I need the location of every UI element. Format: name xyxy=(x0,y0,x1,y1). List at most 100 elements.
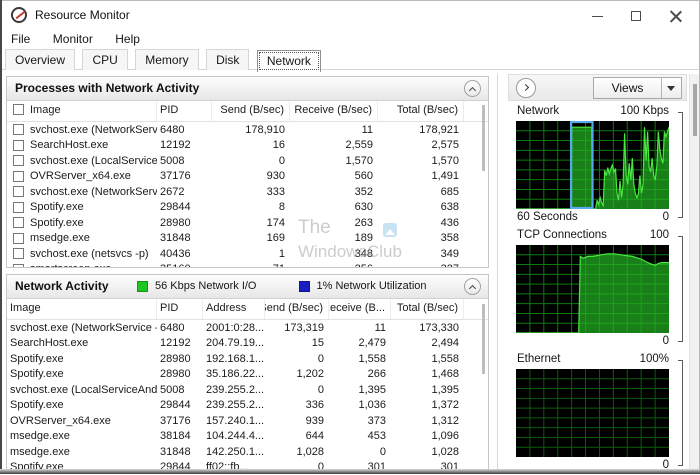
table-row[interactable]: Spotify.exe 29844 ff02::fb... 0 301 301 xyxy=(7,460,488,469)
column-receive[interactable]: Receive (B... xyxy=(329,299,391,319)
table-row[interactable]: OVRServer_x64.exe 37176 930 560 1,491 xyxy=(7,169,488,185)
cell-send: 333 xyxy=(266,185,285,198)
cell-pid: 2672 xyxy=(160,185,185,198)
cell-name: svchost.exe (netsvcs -p) xyxy=(7,246,157,262)
row-checkbox[interactable] xyxy=(13,124,24,136)
row-checkbox[interactable] xyxy=(13,248,24,260)
column-send[interactable]: Send (B/sec) xyxy=(265,299,329,319)
scrollbar-thumb[interactable] xyxy=(693,84,697,136)
column-pid[interactable]: PID xyxy=(157,101,212,121)
cell-address: 192.168.1... xyxy=(206,352,265,365)
close-button[interactable] xyxy=(660,5,692,27)
row-checkbox[interactable] xyxy=(13,186,24,198)
cell-name: Spotify.exe xyxy=(10,368,64,381)
table-row[interactable]: Spotify.exe 29844 239.255.2... 336 1,036 1,37… xyxy=(7,398,488,414)
collapse-panel-button[interactable] xyxy=(516,78,536,98)
cell-name: svchost.exe (LocalServiceAndNo... xyxy=(10,383,157,396)
cell-pid: 28980 xyxy=(160,216,191,229)
table-row[interactable]: msedge.exe 31848 142.250.1... 1,028 0 1,028 xyxy=(7,444,488,460)
tab-network[interactable]: Network xyxy=(256,50,321,72)
table-row[interactable]: SearchHost.exe 12192 16 2,559 2,575 xyxy=(7,138,488,154)
window-bottom-edge xyxy=(0,469,700,474)
cell-receive: 256 xyxy=(290,262,378,267)
activity-scrollbar[interactable] xyxy=(482,304,485,374)
cell-name: Spotify.exe xyxy=(10,399,64,412)
cell-address: 142.250.1... xyxy=(206,445,265,458)
cell-pid: 40436 xyxy=(160,247,191,260)
cell-total: 1,096 xyxy=(431,430,459,443)
column-address[interactable]: Address xyxy=(203,299,265,319)
table-row[interactable]: OVRServer_x64.exe 37176 157.240.1... 939 373… xyxy=(7,413,488,429)
table-row[interactable]: Spotify.exe 29844 8 630 638 xyxy=(7,200,488,216)
tab-disk[interactable]: Disk xyxy=(206,49,250,70)
cell-name: SearchHost.exe xyxy=(7,138,157,154)
tcp-connections-graph[interactable] xyxy=(516,245,669,333)
tab-memory[interactable]: Memory xyxy=(135,49,199,70)
maximize-button[interactable] xyxy=(620,5,652,27)
network-graph[interactable] xyxy=(516,121,669,209)
cell-address: 157.240.1... xyxy=(206,414,265,427)
panel-splitter[interactable] xyxy=(497,74,498,470)
tab-overview[interactable]: Overview xyxy=(5,49,76,70)
collapse-chevron-icon[interactable] xyxy=(464,80,481,97)
menu-help[interactable]: Help xyxy=(106,29,149,49)
ethernet-graph[interactable] xyxy=(516,369,669,457)
table-row[interactable]: Spotify.exe 28980 192.168.1... 0 1,558 1,558 xyxy=(7,351,488,367)
row-checkbox[interactable] xyxy=(13,155,24,167)
column-total[interactable]: Total (B/sec) xyxy=(378,101,464,121)
row-checkbox[interactable] xyxy=(13,201,24,213)
table-row[interactable]: svchost.exe (NetworkService...2672 333 352… xyxy=(7,184,488,200)
column-total[interactable]: Total (B/sec) xyxy=(391,299,464,319)
cell-name: Spotify.exe xyxy=(10,352,64,365)
table-row[interactable]: svchost.exe (NetworkService...6480 178,91… xyxy=(7,122,488,138)
activity-table-header: Image PID Address Send (B/sec) Receive (… xyxy=(7,299,488,320)
activity-section-header[interactable]: Network Activity 56 Kbps Network I/O 1% … xyxy=(7,275,488,299)
table-row[interactable]: Spotify.exe 28980 35.186.22... 1,202 266 1,46… xyxy=(7,367,488,383)
table-row[interactable]: SearchHost.exe 12192 204.79.19... 15 2,479 2,… xyxy=(7,336,488,352)
cell-pid: 35160 xyxy=(157,262,212,267)
tab-cpu[interactable]: CPU xyxy=(82,49,128,70)
vertical-scrollbar[interactable] xyxy=(689,74,699,470)
minimize-button[interactable] xyxy=(582,5,614,27)
views-button-label: Views xyxy=(611,81,644,95)
views-dropdown-arrow[interactable] xyxy=(661,78,681,98)
table-row[interactable]: svchost.exe (NetworkService -p) 6480 2001:… xyxy=(7,320,488,336)
close-icon xyxy=(669,10,682,23)
row-checkbox[interactable] xyxy=(13,263,24,267)
ethernet-graph-block: Ethernet 100% 0 xyxy=(508,353,687,475)
cell-total: 1,468 xyxy=(431,368,459,381)
table-row[interactable]: msedge.exe 38184 104.244.4... 644 453 1,096 xyxy=(7,429,488,445)
table-row[interactable]: svchost.exe (LocalServiceAn...5008 0 1,570… xyxy=(7,153,488,169)
select-all-checkbox[interactable] xyxy=(13,104,24,115)
column-image[interactable]: Image xyxy=(7,101,157,121)
cell-receive: 352 xyxy=(354,185,373,198)
processes-section-header[interactable]: Processes with Network Activity xyxy=(7,77,488,101)
cell-receive: 453 xyxy=(367,430,386,443)
table-row[interactable]: Spotify.exe 28980 174 263 436 xyxy=(7,215,488,231)
collapse-chevron-icon[interactable] xyxy=(464,278,481,295)
row-checkbox[interactable] xyxy=(13,232,24,244)
cell-total: 358 xyxy=(440,232,459,245)
row-checkbox[interactable] xyxy=(13,139,24,151)
processes-scrollbar[interactable] xyxy=(482,105,485,171)
cell-send: 15 xyxy=(311,337,324,350)
row-checkbox[interactable] xyxy=(13,170,24,182)
app-icon xyxy=(11,7,27,23)
row-checkbox[interactable] xyxy=(13,217,24,229)
cell-name: msedge.exe xyxy=(7,231,157,247)
column-send[interactable]: Send (B/sec) xyxy=(212,101,290,121)
ethernet-graph-title: Ethernet xyxy=(517,353,561,365)
column-image[interactable]: Image xyxy=(7,299,157,319)
table-row[interactable]: svchost.exe (LocalServiceAndNo...5008 239… xyxy=(7,382,488,398)
processes-section: Processes with Network Activity Image PI… xyxy=(6,76,489,268)
table-row[interactable]: smartscreen.exe3516071256327 xyxy=(7,262,488,267)
table-row[interactable]: svchost.exe (netsvcs -p) 40436 1 348 349 xyxy=(7,246,488,262)
column-pid[interactable]: PID xyxy=(157,299,203,319)
column-receive[interactable]: Receive (B/sec) xyxy=(290,101,378,121)
menu-monitor[interactable]: Monitor xyxy=(44,29,102,49)
table-row[interactable]: msedge.exe 31848 169 189 358 xyxy=(7,231,488,247)
cell-total: 1,312 xyxy=(431,414,459,427)
cell-name: Spotify.exe xyxy=(7,200,157,216)
menu-file[interactable]: File xyxy=(2,29,39,49)
views-button[interactable]: Views xyxy=(593,77,682,99)
